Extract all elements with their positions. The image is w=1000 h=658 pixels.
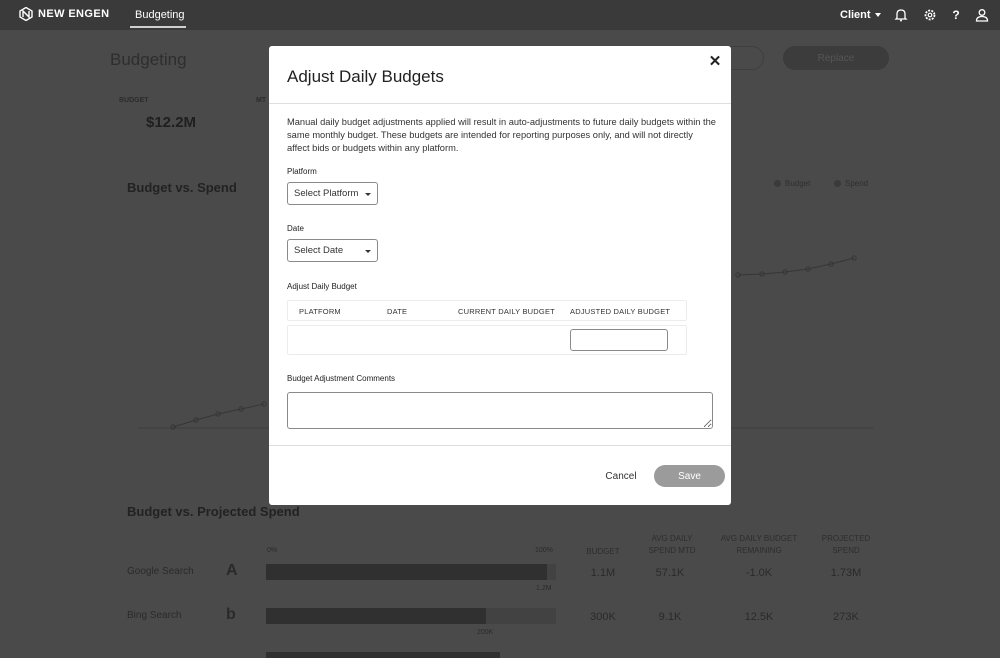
top-nav: NEW ENGEN Budgeting Client ? <box>0 0 1000 30</box>
col-header-adjusted: ADJUSTED DAILY BUDGET <box>570 307 671 316</box>
bing-icon: b <box>226 606 236 623</box>
caret-down-icon <box>365 250 371 253</box>
header-divider <box>269 103 731 104</box>
legend-dot <box>774 180 781 187</box>
col-header-current: CURRENT DAILY BUDGET <box>458 307 555 316</box>
spend-line <box>172 403 265 428</box>
col-header-platform: PLATFORM <box>299 307 341 316</box>
chevron-down-icon <box>874 13 881 17</box>
cell-projected: 1.73M <box>830 567 862 579</box>
progress-bar-bing <box>266 608 486 624</box>
progress-axis-start: 0% <box>267 547 278 554</box>
user-icon[interactable] <box>975 8 989 22</box>
platform-select-value: Select Platform <box>294 188 359 199</box>
cell-avg-spend: 9.1K <box>658 611 682 623</box>
close-icon[interactable]: ✕ <box>708 54 722 69</box>
cell-budget: 1.1M <box>590 567 616 579</box>
comments-label: Budget Adjustment Comments <box>287 374 396 383</box>
bell-icon[interactable] <box>894 8 908 22</box>
save-button[interactable]: Save <box>654 465 725 487</box>
col-header-date: DATE <box>387 307 408 316</box>
col-header-avg-spend: AVG DAILY SPEND MTD <box>648 534 696 555</box>
help-icon[interactable]: ? <box>949 8 963 22</box>
active-nav-indicator <box>130 26 186 28</box>
kpi-value: $12.2M <box>146 114 197 131</box>
cancel-button[interactable]: Cancel <box>599 465 643 487</box>
legend-dot <box>834 180 841 187</box>
bar-cap-bing: 200K <box>477 629 494 636</box>
cell-projected: 273K <box>833 611 859 623</box>
adjust-daily-budgets-modal: Adjust Daily Budgets ✕ Manual daily budg… <box>269 46 731 505</box>
adjusted-budget-input[interactable] <box>570 329 668 351</box>
progress-bar-google <box>266 564 547 580</box>
section-title: Budget vs. Projected Spend <box>127 504 300 519</box>
table-row <box>287 325 687 355</box>
cell-avg-remaining: -1.0K <box>745 567 773 579</box>
cell-budget: 300K <box>590 611 616 623</box>
legend-budget: Budget <box>774 179 810 188</box>
page-title: Budgeting <box>110 50 187 69</box>
client-dropdown[interactable]: Client <box>840 9 881 21</box>
cell-avg-spend: 57.1K <box>655 567 685 579</box>
col-header-budget: BUDGET <box>586 547 620 556</box>
date-select-value: Select Date <box>294 245 344 256</box>
caret-down-icon <box>365 193 371 196</box>
col-header-projected: PROJECTED SPEND <box>821 534 871 555</box>
google-ads-icon: A <box>226 562 238 579</box>
brand-name: NEW ENGEN <box>38 8 110 20</box>
nav-link-budgeting[interactable]: Budgeting <box>135 9 185 21</box>
chart-title: Budget vs. Spend <box>127 180 237 195</box>
footer-divider <box>269 445 731 446</box>
col-header-avg-remaining: AVG DAILY BUDGET REMAINING <box>720 534 798 555</box>
modal-description: Manual daily budget adjustments applied … <box>287 117 716 153</box>
brand-logo[interactable]: NEW ENGEN <box>19 7 109 21</box>
kpi-label-mtd: MT <box>256 97 267 104</box>
budget-table-header: PLATFORM DATE CURRENT DAILY BUDGET ADJUS… <box>287 300 687 321</box>
progress-axis-end: 100% <box>535 547 553 554</box>
date-label: Date <box>287 224 304 233</box>
cell-avg-remaining: 12.5K <box>744 611 774 623</box>
row-label-google: Google Search <box>127 566 194 577</box>
gear-icon[interactable] <box>923 8 937 22</box>
new-engen-logo-icon <box>19 7 33 21</box>
bar-cap-google: 1.2M <box>536 585 552 592</box>
modal-title: Adjust Daily Budgets <box>287 67 444 86</box>
kpi-label: BUDGET <box>119 97 149 104</box>
date-select[interactable]: Select Date <box>287 239 378 262</box>
progress-bar-next <box>266 652 500 658</box>
row-label-bing: Bing Search <box>127 610 182 621</box>
adjust-daily-budget-label: Adjust Daily Budget <box>287 282 357 291</box>
client-label: Client <box>840 9 871 21</box>
budget-line <box>737 257 855 276</box>
platform-label: Platform <box>287 167 317 176</box>
platform-select[interactable]: Select Platform <box>287 182 378 205</box>
legend-spend: Spend <box>834 179 868 188</box>
replace-button[interactable]: Replace <box>783 46 889 70</box>
comments-textarea[interactable] <box>287 392 713 429</box>
